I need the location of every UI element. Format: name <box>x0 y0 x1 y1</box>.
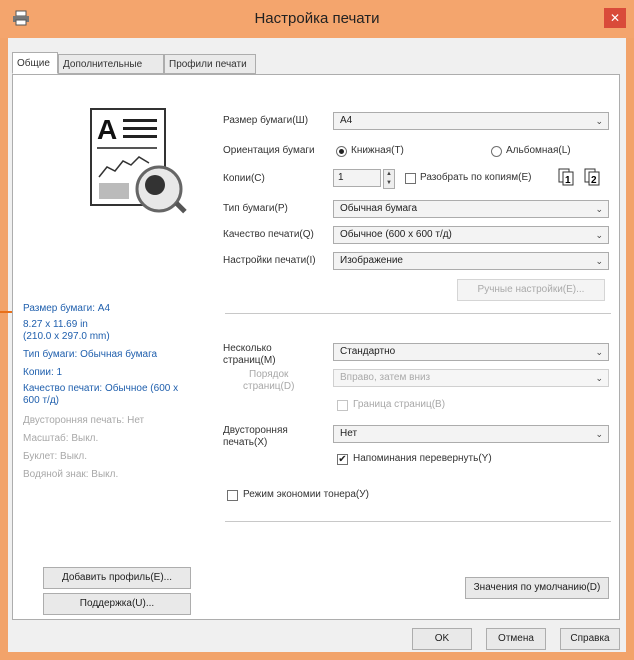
support-button[interactable]: Поддержка(U)... <box>43 593 191 615</box>
ok-button[interactable]: OK <box>412 628 472 650</box>
window-title: Настройка печати <box>254 10 380 27</box>
multipage-dropdown[interactable]: Стандартно ⌄ <box>333 343 609 361</box>
print-settings-value: Изображение <box>340 255 403 266</box>
copies-input[interactable]: 1 <box>333 169 381 187</box>
paper-type-dropdown[interactable]: Обычная бумага ⌄ <box>333 200 609 218</box>
print-settings-window: Настройка печати ✕ Общие Дополнительные … <box>0 0 634 660</box>
multipage-value: Стандартно <box>340 346 396 357</box>
multipage-label-line1: Несколько <box>223 343 272 354</box>
summary-paper-type: Тип бумаги: Обычная бумага <box>23 349 158 360</box>
help-button[interactable]: Справка <box>560 628 620 650</box>
svg-text:2: 2 <box>591 175 597 186</box>
paper-size-dropdown[interactable]: A4 ⌄ <box>333 112 609 130</box>
dialog-client-area: Общие Дополнительные Профили печати A Ра… <box>8 38 626 652</box>
duplex-value: Нет <box>340 428 358 439</box>
chevron-down-icon: ⌄ <box>595 116 603 126</box>
duplex-dropdown[interactable]: Нет ⌄ <box>333 425 609 443</box>
paper-size-value: A4 <box>340 115 353 126</box>
spin-up-icon[interactable]: ▲ <box>384 170 394 179</box>
page-order-dropdown[interactable]: Вправо, затем вниз ⌄ <box>333 369 609 387</box>
tab-print-profiles[interactable]: Профили печати <box>164 54 256 74</box>
portrait-radio[interactable] <box>336 146 347 157</box>
cancel-button[interactable]: Отмена <box>486 628 546 650</box>
page-preview-image: A <box>90 108 187 214</box>
summary-booklet: Буклет: Выкл. <box>23 451 87 462</box>
toner-save-checkbox[interactable] <box>227 490 238 501</box>
defaults-button[interactable]: Значения по умолчанию(D) <box>465 577 609 599</box>
divider <box>225 313 611 314</box>
paper-size-label: Размер бумаги(Ш) <box>223 115 309 126</box>
summary-quality: Качество печати: Обычное (600 x 600 т/д) <box>23 383 179 406</box>
spin-down-icon[interactable]: ▼ <box>384 179 394 188</box>
copies-spinner[interactable]: ▲ ▼ <box>383 169 395 189</box>
collate-checkbox[interactable] <box>405 173 416 184</box>
tab-advanced[interactable]: Дополнительные <box>58 54 164 74</box>
toner-save-label: Режим экономии тонера(У) <box>243 489 369 500</box>
page-order-value: Вправо, затем вниз <box>340 372 431 383</box>
portrait-label: Книжная(Т) <box>351 145 404 156</box>
page-order-label-line2: страниц(D) <box>243 381 295 392</box>
chevron-down-icon: ⌄ <box>595 373 603 383</box>
summary-copies: Копии: 1 <box>23 367 63 378</box>
summary-dims-mm: (210.0 x 297.0 mm) <box>23 331 110 342</box>
orientation-label: Ориентация бумаги <box>223 145 315 156</box>
flip-reminder-label: Напоминания перевернуть(Y) <box>353 453 492 464</box>
collate-label: Разобрать по копиям(Е) <box>420 172 532 183</box>
flip-reminder-checkbox[interactable]: ✔ <box>337 454 348 465</box>
add-profile-button[interactable]: Добавить профиль(Е)... <box>43 567 191 589</box>
title-bar[interactable]: Настройка печати ✕ <box>0 0 634 38</box>
duplex-label-line1: Двусторонняя <box>223 425 288 436</box>
copies-label: Копии(С) <box>223 173 265 184</box>
page-order-label-line1: Порядок <box>249 369 289 380</box>
chevron-down-icon: ⌄ <box>595 256 603 266</box>
summary-duplex: Двусторонняя печать: Нет <box>23 415 145 426</box>
pointer-arrow-icon <box>0 311 12 313</box>
page-order-label: Порядок страниц(D) <box>243 369 294 393</box>
tab-general[interactable]: Общие <box>12 52 58 74</box>
manual-settings-button[interactable]: Ручные настройки(Е)... <box>457 279 605 301</box>
print-settings-label: Настройки печати(I) <box>223 255 316 266</box>
print-settings-dropdown[interactable]: Изображение ⌄ <box>333 252 609 270</box>
summary-scale: Масштаб: Выкл. <box>23 433 99 444</box>
duplex-label: Двусторонняя печать(Х) <box>223 425 288 449</box>
divider <box>225 521 611 522</box>
svg-text:A: A <box>97 114 117 145</box>
collate-pages-icon: 1 2 <box>558 168 600 186</box>
multipage-label-line2: страниц(М) <box>223 355 276 366</box>
summary-watermark: Водяной знак: Выкл. <box>23 469 119 480</box>
chevron-down-icon: ⌄ <box>595 204 603 214</box>
page-border-checkbox[interactable] <box>337 400 348 411</box>
general-tab-panel: A Размер бумаги: A4 8.27 x 11.69 in (210… <box>12 74 620 620</box>
chevron-down-icon: ⌄ <box>595 347 603 357</box>
paper-type-label: Тип бумаги(Р) <box>223 203 288 214</box>
summary-dims-in: 8.27 x 11.69 in <box>23 319 88 330</box>
multipage-label: Несколько страниц(М) <box>223 343 276 367</box>
landscape-label: Альбомная(L) <box>506 145 571 156</box>
duplex-label-line2: печать(Х) <box>223 437 268 448</box>
quality-dropdown[interactable]: Обычное (600 x 600 т/д) ⌄ <box>333 226 609 244</box>
chevron-down-icon: ⌄ <box>595 429 603 439</box>
quality-value: Обычное (600 x 600 т/д) <box>340 229 452 240</box>
summary-paper-size: Размер бумаги: A4 <box>23 303 111 314</box>
quality-label: Качество печати(Q) <box>223 229 314 240</box>
landscape-radio[interactable] <box>491 146 502 157</box>
paper-type-value: Обычная бумага <box>340 203 418 214</box>
close-button[interactable]: ✕ <box>604 8 626 28</box>
svg-text:1: 1 <box>565 175 571 186</box>
page-border-label: Граница страниц(В) <box>353 399 446 410</box>
chevron-down-icon: ⌄ <box>595 230 603 240</box>
